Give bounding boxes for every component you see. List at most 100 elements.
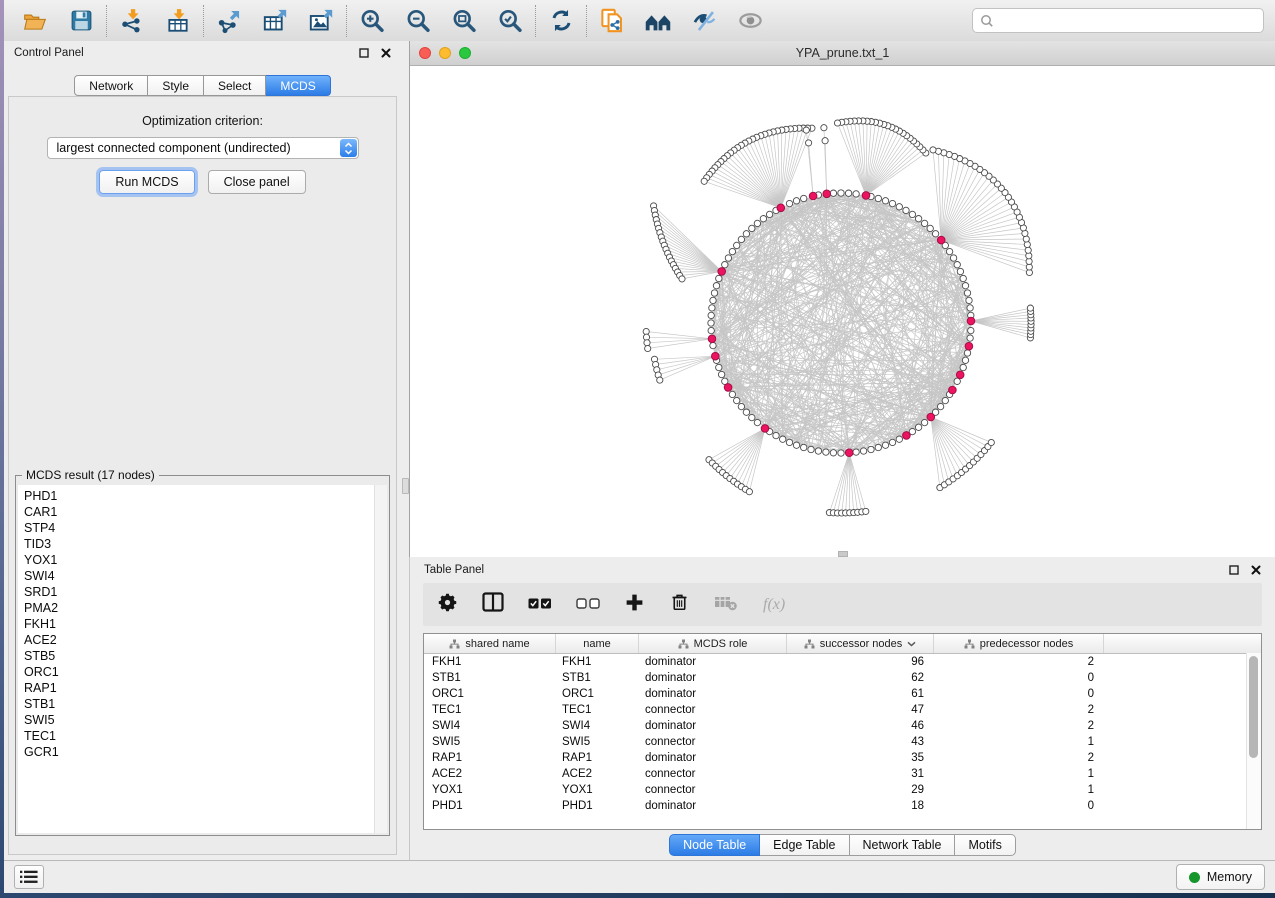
table-cell: 29 [787, 782, 934, 798]
table-toolbar: f(x) [423, 583, 1262, 626]
mcds-result-item[interactable]: PHD1 [18, 488, 387, 504]
mcds-result-item[interactable]: ACE2 [18, 632, 387, 648]
mcds-result-item[interactable]: GCR1 [18, 744, 387, 760]
export-network-icon[interactable] [215, 7, 243, 35]
first-neighbors-icon[interactable] [644, 7, 672, 35]
search-input[interactable] [999, 13, 1256, 29]
window-minimize-icon[interactable] [439, 47, 451, 59]
column-header-filler [1104, 634, 1261, 653]
float-table-panel-icon[interactable] [1229, 565, 1239, 575]
table-row[interactable]: FKH1FKH1dominator962 [424, 654, 1261, 670]
mcds-result-item[interactable]: STB1 [18, 696, 387, 712]
table-cell: SWI5 [424, 734, 556, 750]
table-row[interactable]: SWI5SWI5connector431 [424, 734, 1261, 750]
tab-network[interactable]: Network [74, 75, 148, 96]
column-selector-icon[interactable] [482, 592, 504, 617]
network-graph[interactable] [410, 66, 1275, 555]
tab-motifs[interactable]: Motifs [955, 834, 1015, 856]
column-header-shared-name[interactable]: shared name [424, 634, 556, 653]
table-panel-title: Table Panel [424, 564, 484, 576]
import-network-icon[interactable] [118, 7, 146, 35]
memory-button[interactable]: Memory [1176, 864, 1265, 890]
panel-divider[interactable] [401, 41, 409, 860]
table-cell: FKH1 [424, 654, 556, 670]
deselect-all-icon[interactable] [576, 596, 600, 614]
mcds-result-item[interactable]: STB5 [18, 648, 387, 664]
mcds-result-item[interactable]: SRD1 [18, 584, 387, 600]
float-panel-icon[interactable] [359, 48, 369, 58]
tab-select[interactable]: Select [204, 75, 266, 96]
open-file-icon[interactable] [21, 7, 49, 35]
delete-row-icon[interactable] [669, 591, 690, 618]
network-canvas[interactable] [410, 66, 1275, 557]
task-history-button[interactable] [14, 865, 44, 889]
close-panel-icon[interactable] [381, 48, 391, 58]
column-header-successor-nodes[interactable]: successor nodes [787, 634, 934, 653]
tab-mcds[interactable]: MCDS [266, 75, 330, 96]
network-from-selection-icon[interactable] [598, 7, 626, 35]
refresh-view-icon[interactable] [547, 7, 575, 35]
divider-handle-icon[interactable] [402, 478, 409, 494]
column-header-mcds-role[interactable]: MCDS role [639, 634, 787, 653]
table-cell: YOX1 [556, 782, 639, 798]
memory-label: Memory [1207, 870, 1252, 884]
table-row[interactable]: TEC1TEC1connector472 [424, 702, 1261, 718]
save-session-icon[interactable] [67, 7, 95, 35]
mcds-result-item[interactable]: PMA2 [18, 600, 387, 616]
zoom-selected-icon[interactable] [496, 7, 524, 35]
column-header-name[interactable]: name [556, 634, 639, 653]
import-table-icon[interactable] [164, 7, 192, 35]
column-header-predecessor-nodes[interactable]: predecessor nodes [934, 634, 1104, 653]
optimization-criterion-select[interactable]: largest connected component (undirected) [47, 137, 359, 159]
mcds-result-item[interactable]: ORC1 [18, 664, 387, 680]
export-image-icon[interactable] [307, 7, 335, 35]
table-cell: 1 [934, 734, 1104, 750]
zoom-in-icon[interactable] [358, 7, 386, 35]
window-zoom-icon[interactable] [459, 47, 471, 59]
table-scrollbar-thumb[interactable] [1249, 656, 1258, 758]
mcds-result-item[interactable]: CAR1 [18, 504, 387, 520]
close-panel-button[interactable]: Close panel [208, 170, 306, 194]
attribute-options-icon[interactable] [437, 592, 458, 618]
delete-column-icon[interactable] [714, 593, 739, 616]
zoom-out-icon[interactable] [404, 7, 432, 35]
tab-style[interactable]: Style [148, 75, 204, 96]
window-close-icon[interactable] [419, 47, 431, 59]
mcds-result-item[interactable]: TID3 [18, 536, 387, 552]
show-all-icon[interactable] [736, 7, 764, 35]
mcds-result-item[interactable]: SWI5 [18, 712, 387, 728]
tab-node-table[interactable]: Node Table [669, 834, 760, 856]
search-box[interactable] [972, 8, 1264, 33]
export-table-icon[interactable] [261, 7, 289, 35]
table-row[interactable]: RAP1RAP1dominator352 [424, 750, 1261, 766]
mcds-result-item[interactable]: SWI4 [18, 568, 387, 584]
table-cell: PHD1 [556, 798, 639, 814]
table-row[interactable]: STB1STB1dominator620 [424, 670, 1261, 686]
table-row[interactable]: YOX1YOX1connector291 [424, 782, 1261, 798]
mcds-result-item[interactable]: TEC1 [18, 728, 387, 744]
function-builder-icon[interactable]: f(x) [763, 596, 785, 614]
run-mcds-button[interactable]: Run MCDS [99, 170, 194, 194]
table-scrollbar[interactable] [1246, 653, 1261, 829]
network-window-titlebar[interactable]: YPA_prune.txt_1 [410, 41, 1275, 66]
mcds-result-list[interactable]: PHD1CAR1STP4TID3YOX1SWI4SRD1PMA2FKH1ACE2… [18, 485, 387, 833]
tab-network-table[interactable]: Network Table [850, 834, 956, 856]
add-row-icon[interactable] [624, 592, 645, 618]
tab-edge-table[interactable]: Edge Table [760, 834, 849, 856]
table-row[interactable]: SWI4SWI4dominator462 [424, 718, 1261, 734]
table-row[interactable]: ACE2ACE2connector311 [424, 766, 1261, 782]
table-row[interactable]: PHD1PHD1dominator180 [424, 798, 1261, 814]
table-row[interactable]: ORC1ORC1dominator610 [424, 686, 1261, 702]
hide-selected-icon[interactable] [690, 7, 718, 35]
zoom-fit-icon[interactable] [450, 7, 478, 35]
mcds-result-item[interactable]: STP4 [18, 520, 387, 536]
table-cell: RAP1 [556, 750, 639, 766]
network-window: YPA_prune.txt_1 [409, 41, 1275, 557]
mcds-list-scrollbar[interactable] [374, 485, 387, 833]
select-all-icon[interactable] [528, 596, 552, 614]
mcds-result-item[interactable]: YOX1 [18, 552, 387, 568]
close-table-panel-icon[interactable] [1251, 565, 1261, 575]
mcds-result-item[interactable]: RAP1 [18, 680, 387, 696]
mcds-result-item[interactable]: FKH1 [18, 616, 387, 632]
table-cell: 0 [934, 798, 1104, 814]
